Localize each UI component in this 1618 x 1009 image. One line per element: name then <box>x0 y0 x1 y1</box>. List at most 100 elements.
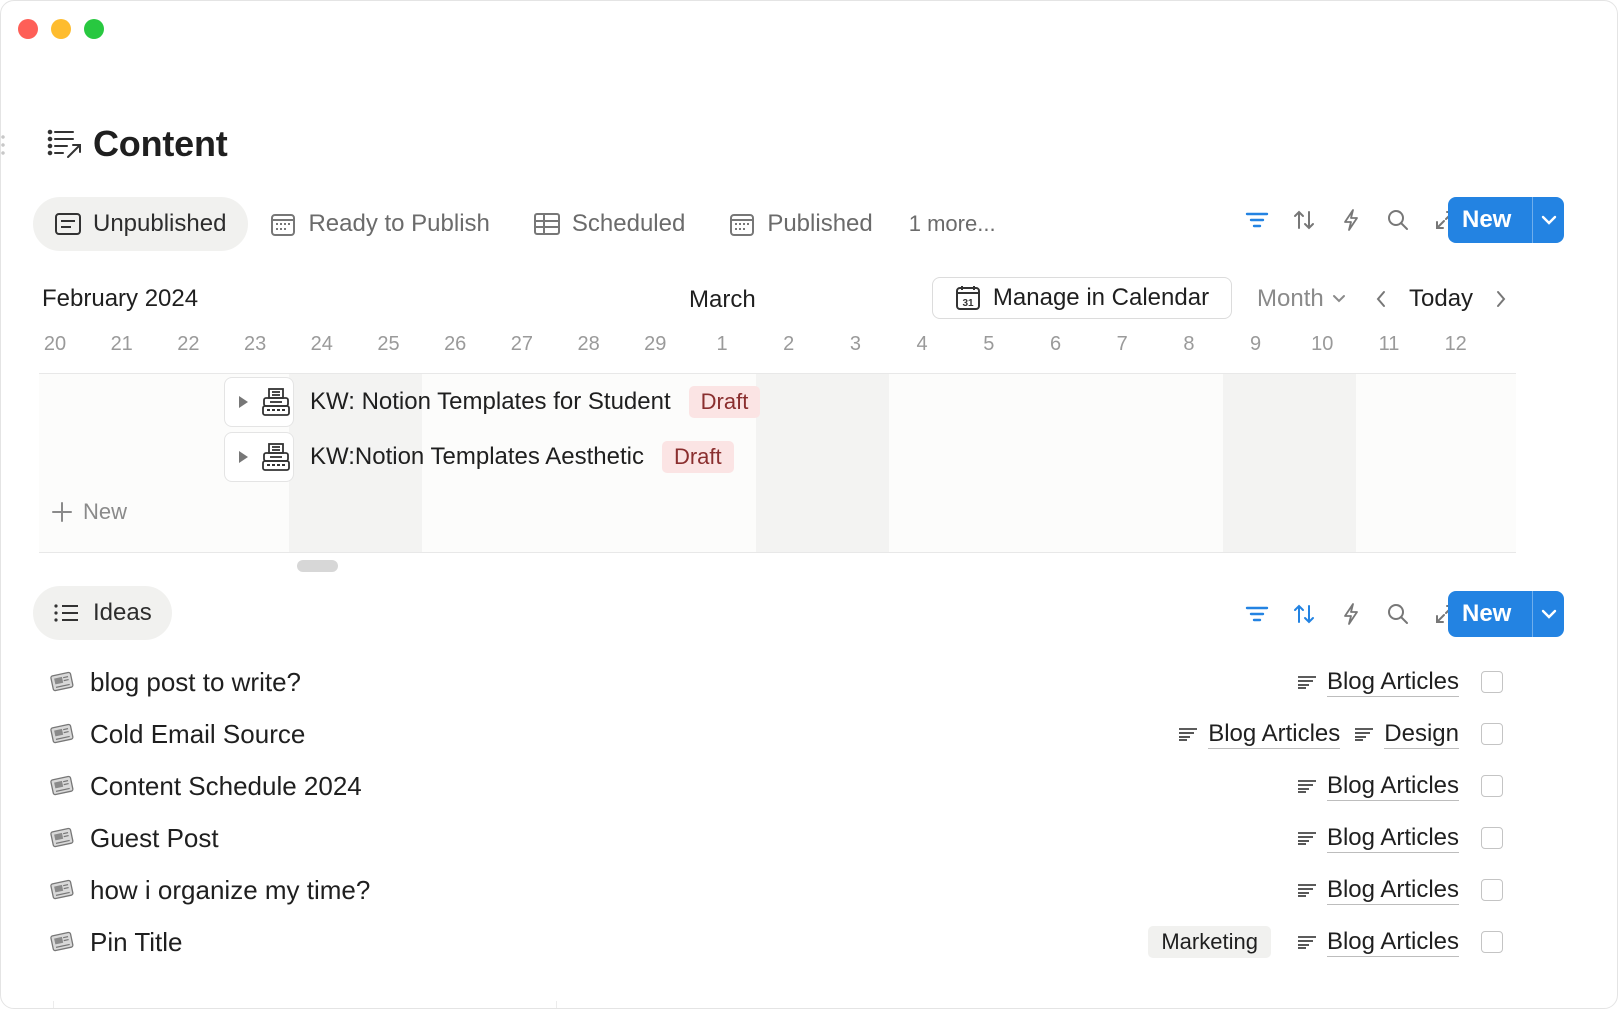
relation-link-label: Blog Articles <box>1326 875 1459 905</box>
list-item-title[interactable]: Content Schedule 2024 <box>90 771 362 802</box>
relation-link[interactable]: Blog Articles <box>1297 928 1459 957</box>
range-select-label: Month <box>1257 285 1324 312</box>
search-button[interactable] <box>1374 200 1421 240</box>
chevron-down-icon[interactable] <box>1533 215 1564 225</box>
list-item-properties: Blog Articles <box>1297 824 1459 853</box>
list-item[interactable]: how i organize my time? Blog Articles <box>47 864 1507 916</box>
checkbox[interactable] <box>1481 827 1503 849</box>
tab-ideas[interactable]: Ideas <box>33 586 172 640</box>
list-item-title[interactable]: how i organize my time? <box>90 875 370 906</box>
next-button[interactable] <box>1490 285 1512 313</box>
timeline-item[interactable]: KW: Notion Templates for Student Draft <box>224 377 761 427</box>
list-item[interactable]: Pin Title Marketing Blog Articles <box>47 916 1507 968</box>
list-item-title[interactable]: Guest Post <box>90 823 219 854</box>
previous-button[interactable] <box>1370 285 1392 313</box>
minimize-window-button[interactable] <box>51 19 71 39</box>
relation-link[interactable]: Design <box>1354 720 1459 749</box>
expand-arrow-icon[interactable] <box>237 395 249 409</box>
timeline-day-label: 3 <box>849 333 861 355</box>
chevron-down-icon[interactable] <box>1533 609 1564 619</box>
tab-label: Ready to Publish <box>308 210 490 237</box>
list-item-properties: Blog Articles <box>1297 772 1459 801</box>
timeline-body[interactable]: KW: Notion Templates for Student Draft K… <box>39 373 1516 553</box>
relation-link[interactable]: Blog Articles <box>1297 824 1459 853</box>
timeline-day-label: 22 <box>177 333 200 355</box>
tab-unpublished[interactable]: Unpublished <box>33 197 249 251</box>
timeline-month-label: February 2024 <box>42 285 199 312</box>
list-item[interactable]: Content Schedule 2024 Blog Articles <box>47 760 1507 812</box>
list-item-title[interactable]: Pin Title <box>90 927 183 958</box>
relation-link-label: Blog Articles <box>1326 667 1459 697</box>
more-views-button[interactable]: 1 more... <box>895 211 1010 237</box>
list-item-title[interactable]: blog post to write? <box>90 667 301 698</box>
relation-link[interactable]: Blog Articles <box>1297 772 1459 801</box>
checkbox[interactable] <box>1481 775 1503 797</box>
filter-button[interactable] <box>1233 200 1280 240</box>
list-item[interactable]: blog post to write? Blog Articles <box>47 656 1507 708</box>
today-button[interactable]: Today <box>1409 285 1473 313</box>
list-item-properties: Marketing Blog Articles <box>1148 926 1459 958</box>
timeline-day-label: 1 <box>716 333 728 355</box>
page-header: Content <box>47 123 228 165</box>
status-badge: Draft <box>688 386 761 418</box>
search-button[interactable] <box>1374 594 1421 634</box>
newspaper-icon <box>47 719 77 749</box>
manage-in-calendar-button[interactable]: 31 Manage in Calendar <box>932 277 1232 319</box>
checkbox[interactable] <box>1481 671 1503 693</box>
timeline-item-handle[interactable] <box>224 377 294 427</box>
timeline-day-label: 10 <box>1311 333 1334 355</box>
text-lines-icon <box>1178 720 1198 748</box>
new-button-label: New <box>1462 206 1512 233</box>
checkbox[interactable] <box>1481 723 1503 745</box>
text-lines-icon <box>1297 668 1317 696</box>
drag-handle[interactable] <box>1 133 5 157</box>
timeline-item-handle[interactable] <box>224 432 294 482</box>
automation-button[interactable] <box>1327 200 1374 240</box>
timeline-new-button[interactable]: New <box>51 499 127 525</box>
list-item-title[interactable]: Cold Email Source <box>90 719 305 750</box>
newspaper-icon <box>47 927 77 957</box>
tab-scheduled[interactable]: Scheduled <box>512 197 707 251</box>
list-item[interactable]: Guest Post Blog Articles <box>47 812 1507 864</box>
calendar-icon <box>270 211 296 237</box>
list-item[interactable]: Cold Email Source Blog Articles Design <box>47 708 1507 760</box>
typewriter-icon <box>262 388 290 416</box>
sort-button[interactable] <box>1280 594 1327 634</box>
timeline-day-axis: 20 21 22 23 24 25 26 27 28 29 1 2 3 4 5 6 7 8 9 10 11 12 <box>39 333 1519 361</box>
timeline-item-title[interactable]: KW: Notion Templates for Student <box>310 388 671 416</box>
zoom-window-button[interactable] <box>84 19 104 39</box>
sort-icon <box>1293 210 1314 230</box>
timeline-item-title[interactable]: KW:Notion Templates Aesthetic <box>310 443 644 471</box>
relation-link[interactable]: Blog Articles <box>1297 876 1459 905</box>
text-lines-icon <box>1297 772 1317 800</box>
list-view-icon <box>55 211 81 237</box>
text-lines-icon <box>1297 876 1317 904</box>
filter-button[interactable] <box>1233 594 1280 634</box>
relation-link-label: Blog Articles <box>1326 771 1459 801</box>
newspaper-icon <box>47 667 77 697</box>
timeline-day-label: 6 <box>1049 333 1062 355</box>
timeline-day-label: 28 <box>577 333 600 355</box>
lightning-icon <box>1343 209 1358 231</box>
text-lines-icon <box>1297 824 1317 852</box>
filter-icon <box>1245 606 1268 622</box>
timeline-day-label: 26 <box>444 333 467 355</box>
ideas-new-button[interactable]: New <box>1448 591 1564 637</box>
timeline-range-select[interactable]: Month <box>1257 285 1346 313</box>
list-item-properties: Blog Articles <box>1297 668 1459 697</box>
tab-published[interactable]: Published <box>707 197 894 251</box>
tab-ready-to-publish[interactable]: Ready to Publish <box>248 197 511 251</box>
relation-link[interactable]: Blog Articles <box>1178 720 1341 749</box>
timeline-item[interactable]: KW:Notion Templates Aesthetic Draft <box>224 432 734 482</box>
expand-arrow-icon[interactable] <box>237 450 249 464</box>
chevron-down-icon <box>1332 295 1345 303</box>
new-page-button[interactable]: New <box>1448 197 1564 243</box>
automation-button[interactable] <box>1327 594 1374 634</box>
checkbox[interactable] <box>1481 879 1503 901</box>
timeline-day-label: 29 <box>644 333 667 355</box>
checkbox[interactable] <box>1481 931 1503 953</box>
relation-link[interactable]: Blog Articles <box>1297 668 1459 697</box>
close-window-button[interactable] <box>18 19 38 39</box>
sort-button[interactable] <box>1280 200 1327 240</box>
horizontal-scrollbar[interactable] <box>297 560 338 572</box>
